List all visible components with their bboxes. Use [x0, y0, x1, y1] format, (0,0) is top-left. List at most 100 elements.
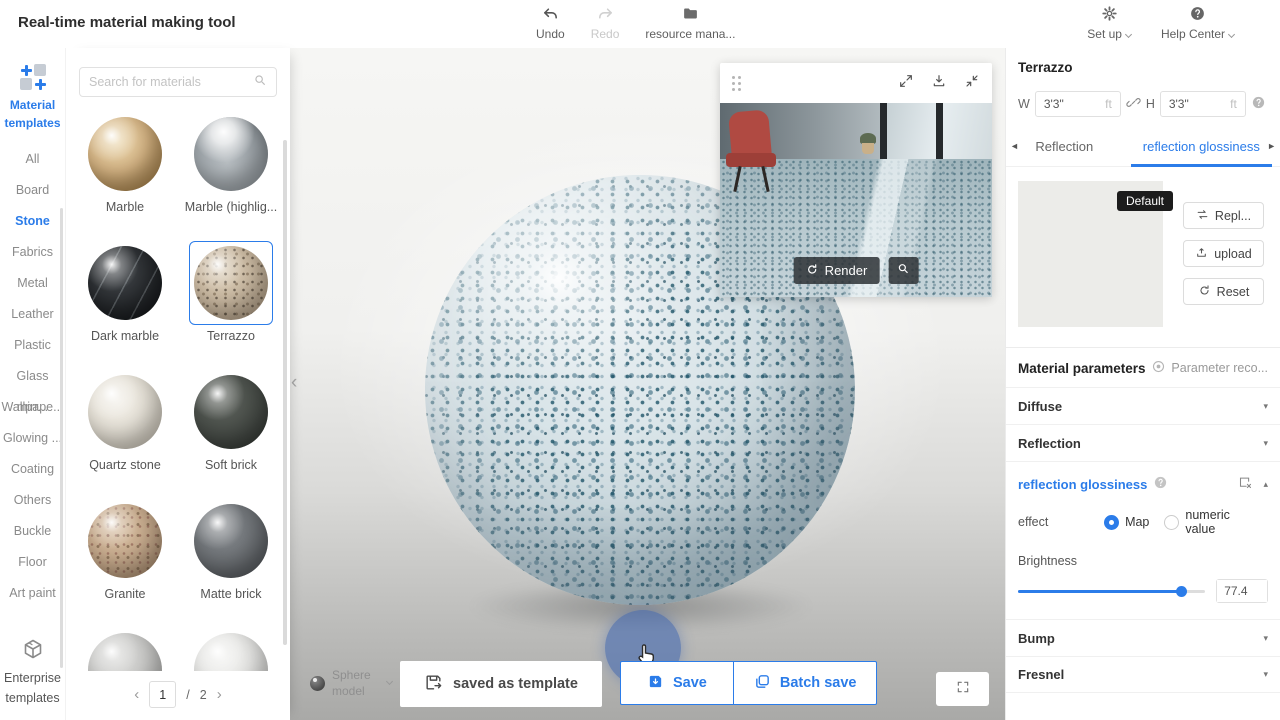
height-field[interactable]: ft [1160, 91, 1246, 117]
material-item-matte-brick[interactable]: Matte brick [178, 498, 284, 627]
library-scrollbar[interactable] [283, 140, 287, 645]
caret-down-icon: ▾ [1263, 438, 1268, 449]
material-templates-label[interactable]: Material templates [0, 96, 65, 132]
material-item-partial[interactable] [178, 627, 284, 671]
material-item-partial[interactable] [72, 627, 178, 671]
tab-reflection-glossiness[interactable]: reflection glossiness [1123, 130, 1280, 166]
brightness-slider[interactable] [1018, 590, 1205, 593]
caret-up-icon[interactable]: ▴ [1263, 479, 1268, 490]
model-selector[interactable]: Sphere model [310, 661, 392, 705]
link-dimensions-icon[interactable] [1126, 95, 1141, 113]
category-art-paint[interactable]: Art paint [0, 578, 65, 609]
material-item-marble[interactable]: Marble [72, 111, 178, 240]
batch-save-button[interactable]: Batch save [734, 662, 877, 704]
section-reflection[interactable]: Reflection ▾ [1006, 424, 1280, 461]
reset-button[interactable]: Reset [1183, 278, 1264, 305]
category-metal[interactable]: Metal [0, 268, 65, 299]
category-floor[interactable]: Floor [0, 547, 65, 578]
material-thumb[interactable] [88, 633, 162, 671]
material-thumb[interactable] [88, 246, 162, 320]
width-input[interactable] [1044, 97, 1101, 111]
material-item-granite[interactable]: Granite [72, 498, 178, 627]
material-thumb[interactable] [194, 633, 268, 671]
category-fabrics[interactable]: Fabrics [0, 237, 65, 268]
parameter-recommend-button[interactable]: Parameter reco... [1151, 359, 1268, 377]
collapse-preview-icon[interactable] [964, 73, 980, 94]
material-thumb[interactable] [88, 117, 162, 191]
category-buckle[interactable]: Buckle [0, 516, 65, 547]
resource-manager-button[interactable]: resource mana... [645, 5, 735, 41]
category-plastic[interactable]: Plastic [0, 330, 65, 361]
category-wallpaper[interactable]: Wallpape... [0, 392, 65, 423]
height-unit: ft [1230, 97, 1237, 111]
section-diffuse[interactable]: Diffuse ▾ [1006, 387, 1280, 424]
page-next-icon[interactable]: › [217, 686, 222, 703]
viewport-canvas[interactable]: ‹ [290, 48, 1005, 720]
upload-button[interactable]: upload [1183, 240, 1264, 267]
category-all[interactable]: All [0, 144, 65, 175]
material-item-dark-marble[interactable]: Dark marble [72, 240, 178, 369]
material-item-quartz-stone[interactable]: Quartz stone [72, 369, 178, 498]
material-thumb[interactable] [194, 504, 268, 578]
fullscreen-button[interactable] [936, 672, 989, 706]
category-others[interactable]: Others [0, 485, 65, 516]
caret-down-icon: ▾ [1263, 669, 1268, 680]
material-thumb[interactable] [194, 375, 268, 449]
material-item-terrazzo-selected[interactable]: Terrazzo [178, 240, 284, 369]
material-item-marble-highlights[interactable]: Marble (highlig... [178, 111, 284, 240]
download-icon[interactable] [931, 73, 947, 94]
category-coating[interactable]: Coating [0, 454, 65, 485]
section-fresnel[interactable]: Fresnel ▾ [1006, 656, 1280, 693]
sphere-model-icon [310, 676, 325, 691]
remove-map-icon[interactable] [1232, 475, 1253, 493]
magnifier-button[interactable] [888, 257, 918, 284]
category-board[interactable]: Board [0, 175, 65, 206]
width-label: W [1018, 97, 1030, 111]
material-thumb[interactable] [88, 504, 162, 578]
render-button[interactable]: Render [794, 257, 880, 284]
glossiness-help-icon[interactable] [1147, 475, 1168, 493]
tabs-scroll-right-icon[interactable]: ► [1267, 141, 1276, 151]
height-input[interactable] [1169, 97, 1226, 111]
tab-reflection[interactable]: Reflection [1006, 130, 1123, 166]
material-search[interactable] [79, 67, 277, 97]
scene-plant-pot [862, 143, 874, 154]
nav-scrollbar[interactable] [60, 208, 63, 668]
collapse-panel-chevron[interactable]: ‹ [291, 372, 297, 394]
setup-button[interactable]: Set up [1087, 5, 1131, 41]
help-center-button[interactable]: Help Center [1161, 5, 1234, 41]
category-glowing[interactable]: Glowing ... [0, 423, 65, 454]
render-preview-image[interactable]: Render [720, 103, 992, 297]
category-stone[interactable]: Stone [0, 206, 65, 237]
section-bump[interactable]: Bump ▾ [1006, 619, 1280, 656]
dimensions-help-icon[interactable] [1251, 95, 1266, 113]
square-icon [34, 64, 46, 76]
save-button[interactable]: Save [621, 662, 734, 704]
material-templates-icon[interactable] [20, 64, 46, 90]
material-thumb[interactable] [194, 117, 268, 191]
enterprise-templates-button[interactable]: Enterprise templates [0, 637, 65, 708]
page-prev-icon[interactable]: ‹ [134, 686, 139, 703]
save-as-template-button[interactable]: saved as template [400, 661, 602, 707]
redo-button[interactable]: Redo [591, 5, 620, 41]
search-input[interactable] [89, 75, 253, 89]
slider-thumb[interactable] [1176, 586, 1187, 597]
undo-button[interactable]: Undo [536, 5, 565, 41]
material-item-soft-brick[interactable]: Soft brick [178, 369, 284, 498]
effect-numeric-radio[interactable]: numeric value [1164, 508, 1253, 536]
texture-preview[interactable]: Default [1018, 181, 1163, 327]
radio-unselected-icon [1164, 515, 1179, 530]
effect-map-radio[interactable]: Map [1104, 515, 1149, 530]
material-thumb[interactable] [88, 375, 162, 449]
category-leather[interactable]: Leather [0, 299, 65, 330]
brightness-value-field[interactable] [1216, 579, 1268, 603]
drag-handle-icon[interactable] [732, 76, 741, 91]
brightness-input[interactable] [1217, 580, 1267, 602]
current-page[interactable]: 1 [149, 681, 176, 708]
inspector-panel: Terrazzo W ft H ft ◄ [1005, 48, 1280, 720]
replace-button[interactable]: Repl... [1183, 202, 1264, 229]
category-glass-mirror[interactable]: Glass mirr... [0, 361, 65, 392]
material-thumb[interactable] [194, 246, 268, 320]
width-field[interactable]: ft [1035, 91, 1121, 117]
expand-preview-icon[interactable] [898, 73, 914, 94]
